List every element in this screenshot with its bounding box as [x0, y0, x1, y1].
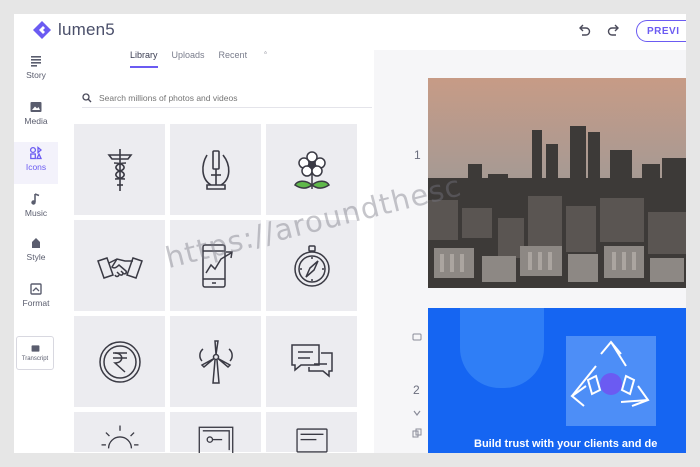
redo-icon[interactable] — [606, 23, 622, 39]
icon-tile[interactable] — [266, 124, 357, 215]
transcript-label: Transcript — [21, 356, 49, 362]
media-icon — [30, 102, 42, 112]
scene-settings-icon[interactable] — [412, 332, 422, 342]
icon-tile[interactable] — [170, 316, 261, 407]
flower-icon — [293, 150, 330, 189]
icon-tile[interactable] — [74, 412, 165, 452]
handshake-icon — [96, 256, 143, 279]
tab-uploads[interactable]: Uploads — [172, 50, 205, 68]
library-panel: Library Uploads Recent — [58, 50, 378, 453]
icon-tile[interactable] — [266, 412, 357, 453]
phone-chart-icon — [201, 243, 233, 288]
rail-item-story[interactable]: Story — [14, 54, 58, 80]
icon-tile[interactable] — [170, 412, 261, 453]
tab-library[interactable]: Library — [130, 50, 158, 68]
rail-label: Media — [24, 116, 48, 126]
icon-tile[interactable] — [170, 220, 261, 311]
transcript-icon — [31, 345, 39, 352]
rail-label: Story — [26, 70, 46, 80]
app-window: lumen5 PREVI Story Media Icons Music Sty… — [14, 14, 686, 453]
rupee-icon — [98, 340, 141, 383]
rail-item-icons[interactable]: Icons — [14, 142, 58, 184]
tab-recent[interactable]: Recent — [219, 50, 248, 68]
scene-move-down-icon[interactable] — [412, 408, 422, 418]
scene-1-city-photo[interactable] — [428, 78, 686, 288]
rail-item-format[interactable]: Format — [14, 282, 58, 308]
rail-item-music[interactable]: Music — [14, 192, 58, 218]
scene-2-card[interactable]: Build trust with your clients and de — [428, 308, 686, 453]
icon-tile[interactable] — [266, 316, 357, 407]
icon-grid — [74, 124, 358, 453]
rail-label: Style — [26, 252, 46, 262]
music-icon — [31, 193, 40, 205]
preview-button[interactable]: PREVI — [636, 20, 686, 42]
logo-text: lumen5 — [58, 20, 115, 39]
icon-tile[interactable] — [266, 220, 357, 311]
icon-tile[interactable] — [170, 124, 261, 215]
microscope-icon — [201, 149, 230, 190]
library-tabs: Library Uploads Recent — [130, 50, 270, 68]
undo-icon[interactable] — [576, 23, 592, 39]
search-bar — [82, 88, 372, 108]
search-icon — [82, 92, 92, 102]
icon-tile[interactable] — [74, 124, 165, 215]
caduceus-icon — [106, 148, 133, 191]
top-toolbar: PREVI — [576, 20, 686, 42]
favorites-star-icon[interactable] — [261, 51, 270, 60]
scene-2-image — [566, 336, 656, 426]
blueprint-icon — [198, 426, 233, 453]
duplicate-scene-icon[interactable] — [412, 428, 422, 438]
rail-item-media[interactable]: Media — [14, 100, 58, 126]
rail-label: Icons — [25, 162, 47, 172]
recycle-handshake-icon — [570, 340, 650, 407]
scene-number: 1 — [414, 148, 421, 162]
presentation-icon — [295, 428, 328, 453]
scene-number: 2 — [413, 383, 420, 397]
decorative-shape — [460, 308, 544, 388]
rail-label: Music — [24, 208, 48, 218]
rail-item-style[interactable]: Style — [14, 236, 58, 262]
story-icon — [31, 56, 41, 67]
search-input[interactable] — [99, 92, 359, 103]
scene-2-caption: Build trust with your clients and de — [474, 438, 658, 450]
rail-label: Format — [22, 298, 50, 308]
sun-icon — [101, 425, 138, 449]
icon-tile[interactable] — [74, 316, 165, 407]
transcript-button[interactable]: Transcript — [16, 336, 54, 370]
compass-icon — [293, 244, 330, 287]
icons-icon — [29, 146, 43, 160]
icon-tile[interactable] — [74, 220, 165, 311]
wind-turbine-icon — [198, 339, 233, 384]
logo: lumen5 — [32, 20, 115, 40]
lumen5-logo-icon — [33, 21, 51, 39]
style-icon — [32, 238, 40, 248]
chat-bubbles-icon — [290, 343, 333, 378]
format-icon — [30, 283, 42, 295]
left-rail: Story Media Icons Music Style Format Tra… — [14, 50, 58, 453]
